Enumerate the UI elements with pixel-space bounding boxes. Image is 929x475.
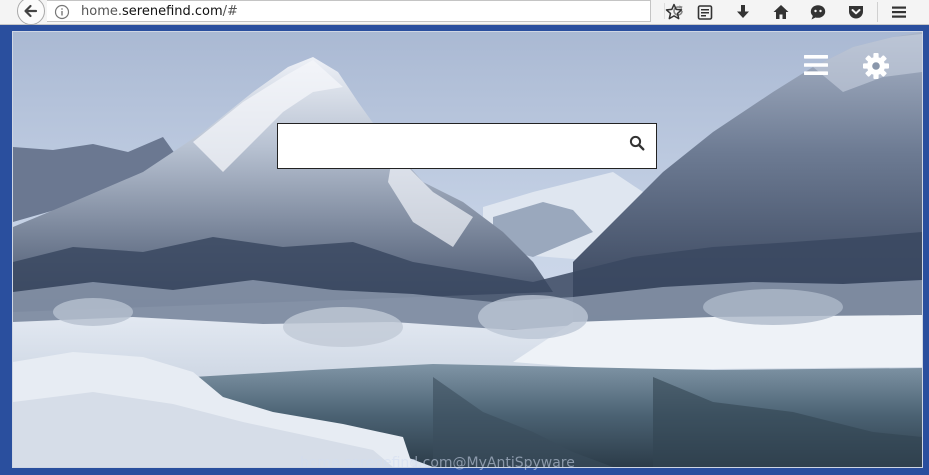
browser-toolbar: home.serenefind.com/# bbox=[0, 0, 929, 25]
back-arrow-icon bbox=[24, 4, 38, 18]
background-landscape-image bbox=[13, 32, 922, 467]
url-host-domain: serenefind.com bbox=[122, 4, 223, 19]
pocket-icon[interactable] bbox=[846, 2, 866, 22]
bookmark-star-icon[interactable] bbox=[664, 2, 684, 22]
search-icon[interactable] bbox=[629, 135, 645, 151]
search-input[interactable] bbox=[284, 130, 608, 164]
menu-icon[interactable] bbox=[804, 53, 828, 77]
back-button[interactable] bbox=[17, 0, 45, 25]
home-icon[interactable] bbox=[771, 2, 791, 22]
address-bar[interactable]: home.serenefind.com/# bbox=[47, 0, 683, 22]
search-box bbox=[277, 123, 657, 169]
info-icon[interactable] bbox=[54, 4, 70, 20]
url-path: /# bbox=[222, 4, 238, 19]
url-host-prefix: home. bbox=[81, 4, 122, 19]
reading-list-icon[interactable] bbox=[695, 2, 715, 22]
watermark-text: home.serenefind.com@MyAntiSpyware bbox=[300, 455, 575, 471]
chat-icon[interactable] bbox=[808, 2, 828, 22]
toolbar-divider bbox=[877, 2, 878, 22]
hamburger-menu-icon[interactable] bbox=[889, 2, 909, 22]
page-viewport bbox=[12, 31, 923, 468]
url-text[interactable]: home.serenefind.com/# bbox=[81, 4, 238, 19]
gear-icon[interactable] bbox=[862, 52, 890, 80]
download-icon[interactable] bbox=[733, 2, 753, 22]
